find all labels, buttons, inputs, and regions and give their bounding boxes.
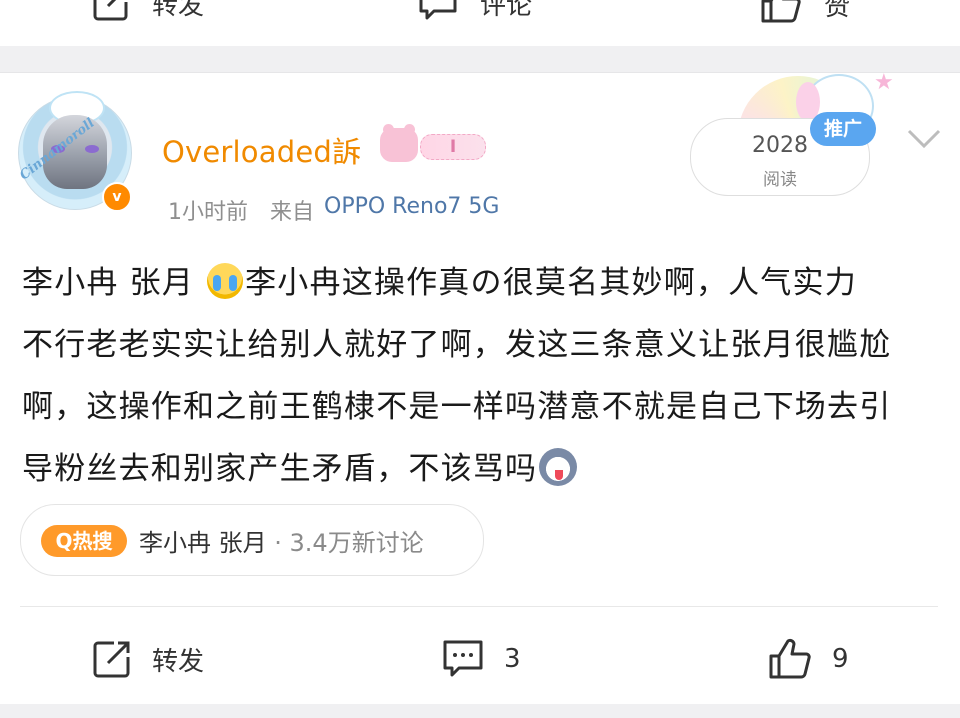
- comment-icon: [443, 640, 483, 677]
- previous-post-action-bar: 转发 评论 赞: [0, 0, 960, 46]
- post-text-segment: 啊，这操作和之前王鹤棣不是一样吗潜意不就是自己下场去引: [22, 389, 892, 425]
- read-count-pill: 2028 阅读: [690, 118, 870, 196]
- post-text-segment: 导粉丝去和别家产生矛盾，不该骂吗: [22, 451, 538, 487]
- author-name[interactable]: Overloaded訴: [162, 129, 361, 171]
- post-line: 导粉丝去和别家产生矛盾，不该骂吗: [22, 438, 942, 500]
- feed-separator: [0, 46, 960, 73]
- prev-like-button[interactable]: 赞: [760, 0, 850, 24]
- comment-icon: [419, 0, 457, 20]
- hot-search-chip[interactable]: Q热搜 李小冉 张月 · 3.4万新讨论: [20, 504, 484, 576]
- post-time: 1小时前: [168, 200, 248, 225]
- prev-like-label: 赞: [824, 0, 851, 22]
- hot-search-topic: 李小冉 张月: [139, 529, 267, 557]
- bear-icon: [380, 124, 418, 162]
- hot-search-separator: ·: [266, 529, 290, 557]
- repost-icon: [93, 641, 130, 678]
- member-badge[interactable]: I: [380, 124, 486, 162]
- crying-face-emoji: [207, 263, 244, 299]
- post-text-segment: 不行老老实实让给别人就好了啊，发这三条意义让张月很尴尬: [22, 327, 892, 363]
- comment-count: 3: [504, 644, 521, 674]
- like-icon: [769, 638, 811, 679]
- author-avatar[interactable]: Cinnamoroll v: [17, 91, 132, 226]
- like-icon: [761, 0, 801, 23]
- repost-button[interactable]: 转发: [92, 636, 204, 682]
- prev-comment-label: 评论: [480, 0, 533, 21]
- like-count: 9: [832, 644, 849, 674]
- like-button[interactable]: 9: [768, 636, 849, 682]
- dog-emoji: [539, 448, 578, 486]
- prev-repost-label: 转发: [152, 0, 205, 21]
- post-line: 李小冉 张月 李小冉这操作真の很莫名其妙啊，人气实力: [22, 252, 942, 314]
- post-line: 不行老老实实让给别人就好了啊，发这三条意义让张月很尴尬: [22, 314, 942, 376]
- post-text-segment: 李小冉 张月: [22, 265, 206, 301]
- prev-comment-button[interactable]: 评论: [418, 0, 532, 22]
- post-text: 李小冉 张月 李小冉这操作真の很莫名其妙啊，人气实力 不行老老实实让给别人就好了…: [22, 252, 942, 500]
- prev-repost-button[interactable]: 转发: [92, 0, 204, 22]
- comment-button[interactable]: 3: [442, 636, 521, 682]
- star-icon: ★: [874, 70, 894, 95]
- repost-icon: [93, 0, 128, 21]
- member-level: I: [420, 134, 486, 160]
- read-label: 阅读: [763, 170, 797, 190]
- post-meta: 1小时前 来自 OPPO Reno7 5G: [168, 194, 499, 226]
- repost-label: 转发: [152, 646, 205, 677]
- hot-search-tag: Q热搜: [41, 525, 127, 557]
- hot-search-text: 李小冉 张月 · 3.4万新讨论: [139, 523, 424, 558]
- hot-search-count: 3.4万新讨论: [289, 529, 424, 557]
- source-device[interactable]: OPPO Reno7 5G: [324, 194, 499, 226]
- feed-separator: [0, 704, 960, 718]
- post-line: 啊，这操作和之前王鹤棣不是一样吗潜意不就是自己下场去引: [22, 376, 942, 438]
- source-prefix: 来自: [270, 200, 315, 225]
- verified-badge-icon: v: [102, 182, 132, 212]
- read-count: 2028: [752, 133, 808, 158]
- chevron-down-icon[interactable]: [906, 126, 942, 152]
- post-text-segment: 李小冉这操作真の很莫名其妙啊，人气实力: [245, 265, 857, 301]
- action-divider: [20, 606, 938, 607]
